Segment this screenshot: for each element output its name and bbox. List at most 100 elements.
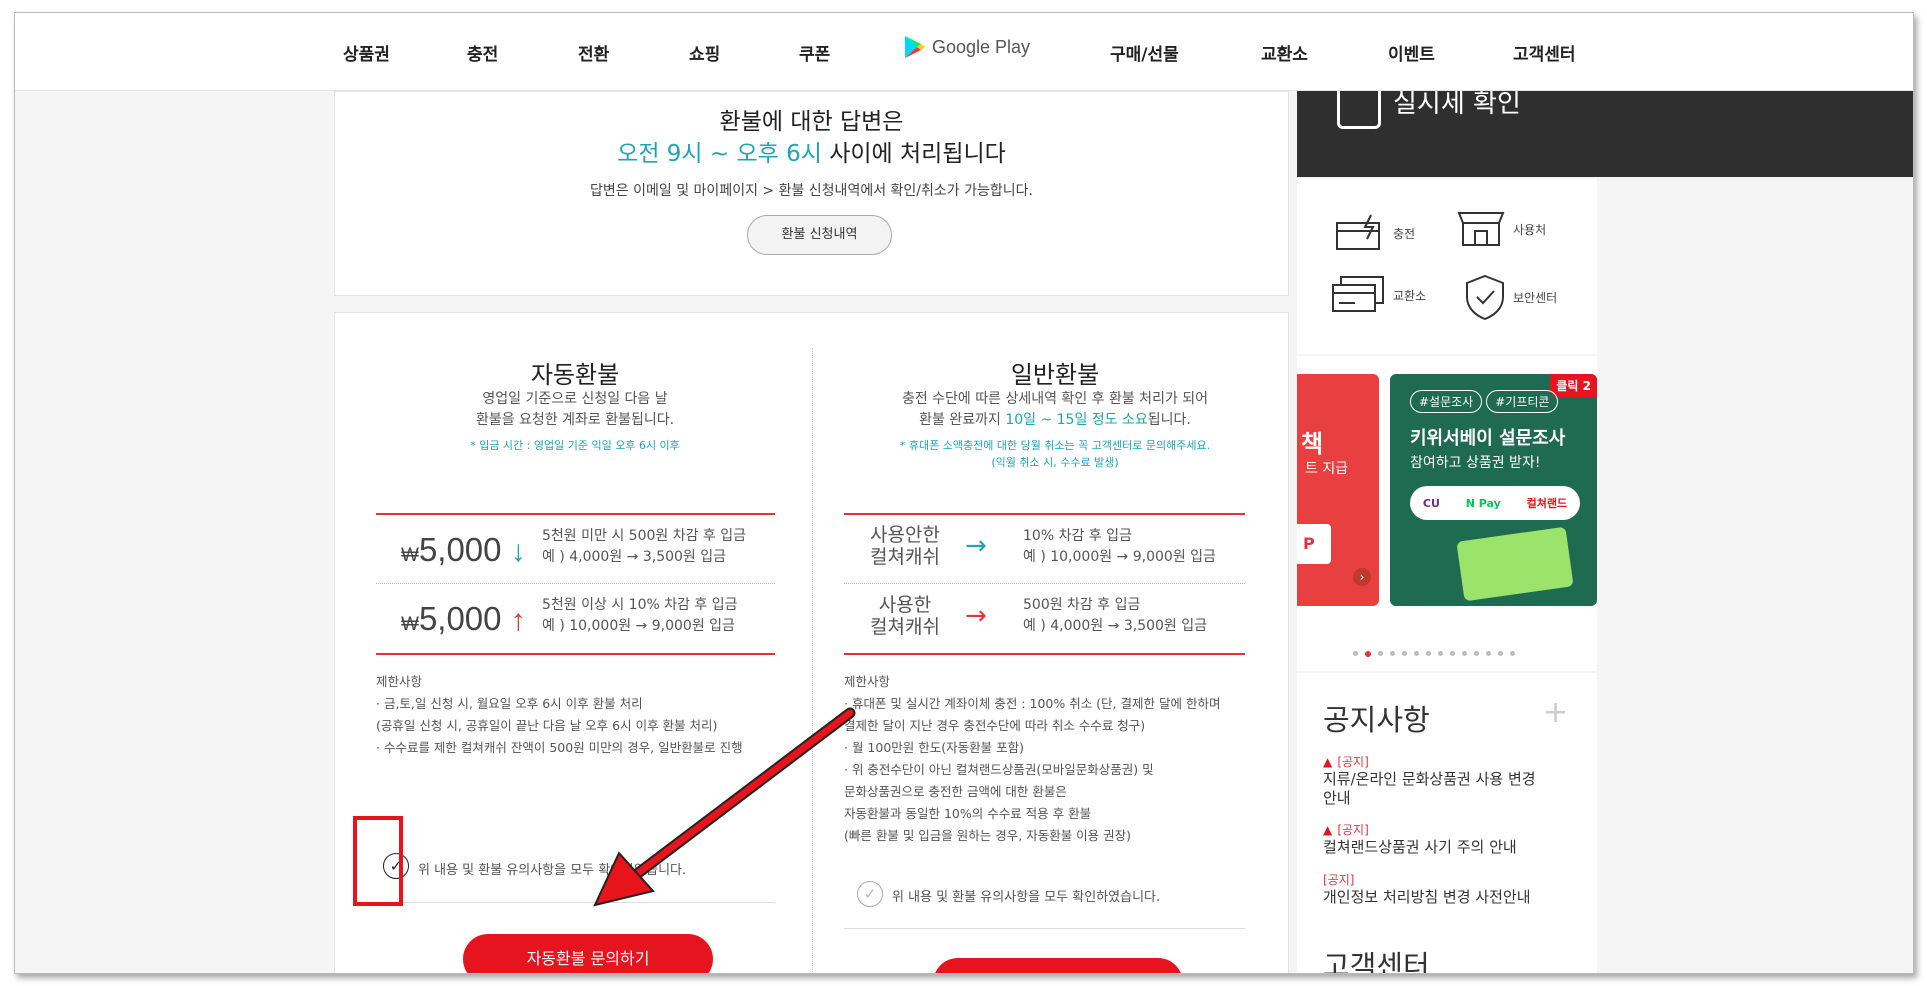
nav-item-coupon[interactable]: 쿠폰 — [799, 40, 830, 65]
nav-item-event[interactable]: 이벤트 — [1388, 40, 1435, 65]
arrow-right-red-icon: → — [965, 601, 987, 631]
carousel-dot[interactable] — [1390, 651, 1395, 656]
notice-hours-rest: 사이에 처리됩니다 — [821, 141, 1006, 167]
carousel-dot[interactable] — [1438, 651, 1443, 656]
carousel-dot[interactable] — [1378, 651, 1383, 656]
nav-item-charge[interactable]: 충전 — [467, 40, 498, 65]
nav-item-shopping[interactable]: 쇼핑 — [689, 40, 720, 65]
general-refund-confirm-label: 위 내용 및 환불 유의사항을 모두 확인하였습니다. — [892, 890, 1161, 905]
amount-under-5000: ₩5,000 ↓ — [401, 531, 526, 568]
arrow-up-icon: ↑ — [510, 604, 526, 637]
nav-item-google-play[interactable]: Google Play — [904, 35, 1030, 59]
general-rule-1-line-2: 예 ) 10,000원 → 9,000원 입금 — [1023, 549, 1216, 565]
notice-item[interactable]: ▲ [공지] 컬쳐랜드상품권 사기 주의 안내 — [1323, 819, 1583, 857]
nav-item-exchange[interactable]: 교환소 — [1261, 40, 1308, 65]
general-refund-desc-2: 환불 완료까지 10일 ~ 15일 정도 소요됩니다. — [919, 412, 1191, 428]
general-restrict-line-5: 문화상품권으로 충전한 금액에 대한 환불은 — [844, 784, 1067, 799]
carousel-dot[interactable] — [1426, 651, 1431, 656]
carousel-dots — [1353, 651, 1515, 657]
general-restrict-line-4: · 위 충전수단이 아닌 컬쳐랜드상품권(모바일문화상품권) 및 — [844, 762, 1154, 777]
arrow-right-teal-icon: → — [965, 531, 987, 561]
carousel-dot[interactable] — [1414, 651, 1419, 656]
notice-item[interactable]: ▲ [공지] 지류/온라인 문화상품권 사용 변경 안내 — [1323, 751, 1583, 808]
quick-menu: 충전 사용처 교환소 보안센터 — [1297, 179, 1597, 354]
general-refund-table-top — [844, 513, 1245, 515]
carousel-dot[interactable] — [1402, 651, 1407, 656]
general-restrict-line-7: (빠른 환불 및 입금을 원하는 경우, 자동환불 이용 권장) — [844, 828, 1132, 843]
method-used-cash: 사용한 컬쳐캐쉬 — [870, 594, 940, 638]
carousel-dot[interactable] — [1510, 651, 1515, 656]
annotation-arrow-icon — [593, 707, 856, 907]
exchange-card-icon — [1332, 276, 1384, 312]
annotation-highlight-box — [353, 816, 403, 906]
general-rule-1-line-1: 10% 차감 후 입금 — [1023, 528, 1132, 544]
nav-item-convert[interactable]: 전환 — [578, 40, 609, 65]
auto-rule-1-line-1: 5천원 미만 시 500원 차감 후 입금 — [542, 528, 747, 544]
notice-more-button[interactable]: + — [1543, 695, 1568, 730]
charge-card-icon — [1336, 214, 1380, 250]
arrow-down-icon: ↓ — [510, 535, 526, 568]
auto-refund-table-top — [376, 513, 775, 515]
quick-menu-charge[interactable]: 충전 — [1335, 213, 1415, 253]
nav-item-customer-center[interactable]: 고객센터 — [1513, 40, 1576, 65]
general-rule-2-line-2: 예 ) 4,000원 → 3,500원 입금 — [1023, 618, 1208, 634]
quick-menu-stores[interactable]: 사용처 — [1455, 209, 1546, 249]
general-refund-duration: 10일 ~ 15일 정도 소요 — [1005, 412, 1148, 428]
carousel-dot[interactable] — [1353, 651, 1358, 656]
carousel-dot[interactable] — [1498, 651, 1503, 656]
banner-next-icon[interactable]: › — [1353, 568, 1371, 586]
cu-logo: CU — [1422, 496, 1440, 510]
auto-refund-title: 자동환불 — [530, 361, 620, 389]
general-refund-title: 일반환불 — [1010, 361, 1100, 389]
general-rule-2-line-1: 500원 차감 후 입금 — [1023, 597, 1141, 613]
browser-viewport: 상품권 충전 전환 쇼핑 쿠폰 Google Play 구매/선물 교환소 이벤… — [14, 12, 1914, 974]
rate-icon — [1337, 85, 1381, 129]
notice-hours: 오전 9시 ~ 오후 6시 — [617, 141, 822, 167]
google-play-label: Google Play — [932, 36, 1031, 57]
auto-rule-1-line-2: 예 ) 4,000원 → 3,500원 입금 — [542, 549, 727, 565]
auto-refund-desc-1: 영업일 기준으로 신청일 다음 날 — [482, 391, 668, 407]
auto-refund-inquiry-button[interactable]: 자동환불 문의하기 — [463, 934, 713, 973]
refund-time-notice: 환불에 대한 답변은 오전 9시 ~ 오후 6시 사이에 처리됩니다 답변은 이… — [334, 91, 1289, 296]
quick-menu-security-label: 보안센터 — [1513, 290, 1558, 305]
warning-icon: ▲ — [1323, 823, 1333, 837]
promo-banner-survey[interactable]: 클릭 2 #설문조사 #기프티콘 키위서베이 설문조사 참여하고 상품권 받자! … — [1390, 374, 1597, 606]
auto-row-divider — [376, 583, 775, 584]
general-refund-inquiry-button[interactable]: 일반환불 문의하기 — [933, 958, 1183, 973]
general-restrict-title: 제한사항 — [844, 674, 891, 689]
exchange-rate-banner[interactable]: 실시세 확인 — [1297, 85, 1913, 177]
general-refund-desc-1: 충전 수단에 따른 상세내역 확인 후 환불 처리가 되어 — [901, 391, 1209, 407]
top-navigation: 상품권 충전 전환 쇼핑 쿠폰 Google Play 구매/선물 교환소 이벤… — [15, 13, 1913, 91]
nav-item-giftcard[interactable]: 상품권 — [343, 40, 390, 65]
carousel-dot[interactable] — [1486, 651, 1491, 656]
auto-refund-table-bottom — [376, 653, 775, 655]
auto-rule-2-line-1: 5천원 이상 시 10% 차감 후 입금 — [542, 597, 738, 613]
notice-heading: 환불에 대한 답변은 — [719, 109, 904, 135]
cultureland-logo: 컬쳐랜드 — [1526, 497, 1568, 510]
auto-refund-note: * 입금 시간 : 영업일 기준 익일 오후 6시 이후 — [470, 439, 680, 452]
store-icon — [1457, 212, 1505, 246]
refund-history-button[interactable]: 환불 신청내역 — [747, 215, 892, 255]
quick-menu-security[interactable]: 보안센터 — [1463, 273, 1557, 321]
notice-item[interactable]: [공지] 개인정보 처리방침 변경 사전안내 — [1323, 869, 1583, 907]
carousel-dot[interactable] — [1462, 651, 1467, 656]
carousel-dot[interactable] — [1474, 651, 1479, 656]
promo-banner-left[interactable]: 책 트 지급 P › — [1297, 374, 1379, 606]
carousel-dot[interactable] — [1450, 651, 1455, 656]
notice-subheading: 오전 9시 ~ 오후 6시 사이에 처리됩니다 — [335, 134, 1288, 168]
quick-menu-exchange[interactable]: 교환소 — [1331, 275, 1426, 315]
auto-refund-desc-2: 환불을 요청한 계좌로 환불됩니다. — [475, 412, 675, 428]
general-restrict-line-1: · 휴대폰 및 실시간 계좌이체 충전 : 100% 취소 (단, 결제한 달에… — [844, 696, 1221, 711]
nav-item-purchase-gift[interactable]: 구매/선물 — [1110, 40, 1179, 65]
customer-center-title: 고객센터 — [1323, 949, 1430, 974]
quick-menu-charge-label: 충전 — [1393, 226, 1416, 241]
quick-menu-exchange-label: 교환소 — [1393, 288, 1427, 303]
amount-over-5000: ₩5,000 ↑ — [401, 600, 526, 637]
general-refund-note-2: (익월 취소 시, 수수료 발생) — [991, 456, 1119, 469]
warning-icon: ▲ — [1323, 755, 1333, 769]
general-refund-table-bottom — [844, 653, 1245, 655]
survey-illustration — [1456, 526, 1574, 602]
carousel-dot[interactable] — [1365, 651, 1371, 657]
notice-board: 공지사항 + ▲ [공지] 지류/온라인 문화상품권 사용 변경 안내 ▲ [공… — [1297, 673, 1597, 973]
npay-logo: N Pay — [1465, 496, 1501, 510]
